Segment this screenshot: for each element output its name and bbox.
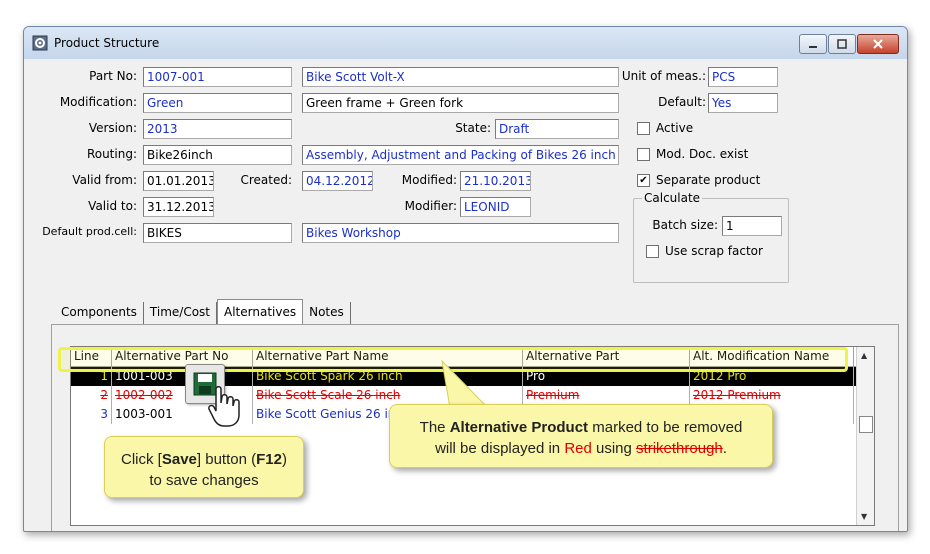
- prod-cell-desc-field[interactable]: Bikes Workshop: [302, 223, 619, 243]
- batch-size-field[interactable]: 1: [722, 216, 782, 236]
- state-label: State:: [455, 121, 491, 135]
- modification-desc-field[interactable]: Green frame + Green fork: [302, 93, 619, 113]
- cell-part-mod: Premium: [523, 386, 690, 405]
- tab-strip: Components Time/Cost Alternatives Notes: [55, 299, 351, 329]
- callout-text: using: [591, 440, 637, 457]
- minimize-button[interactable]: [799, 34, 827, 54]
- callout-pointer: [441, 360, 490, 409]
- mod-doc-label: Mod. Doc. exist: [656, 147, 749, 161]
- calculate-title: Calculate: [642, 191, 703, 205]
- scroll-down-icon[interactable]: ▼: [861, 512, 867, 521]
- calculate-group: Calculate Batch size: 1 Use scrap factor: [633, 191, 789, 283]
- modified-field[interactable]: 21.10.2013 1: [460, 171, 531, 191]
- checkmark-icon: ✔: [637, 173, 650, 187]
- modifier-field[interactable]: LEONID: [460, 197, 531, 217]
- scroll-up-icon[interactable]: ▲: [861, 351, 867, 360]
- strikethrough-keyword: strikethrough: [636, 440, 723, 457]
- callout-text: Click [: [121, 451, 162, 468]
- callout-text: ): [281, 451, 287, 468]
- callout-text: .: [722, 440, 727, 457]
- tab-components[interactable]: Components: [55, 302, 144, 324]
- maximize-button[interactable]: [828, 34, 856, 54]
- mod-doc-checkbox[interactable]: Mod. Doc. exist: [637, 147, 748, 161]
- alt-product-keyword: Alternative Product: [449, 419, 589, 436]
- separate-product-checkbox[interactable]: ✔ Separate product: [637, 173, 760, 187]
- close-icon: [873, 39, 883, 49]
- version-field[interactable]: 2013: [143, 119, 292, 139]
- routing-label: Routing:: [86, 147, 137, 161]
- app-icon: [32, 35, 48, 51]
- minimize-icon: [809, 46, 817, 48]
- modifier-label: Modifier:: [404, 199, 457, 213]
- unit-label: Unit of meas.:: [621, 69, 706, 83]
- part-no-label: Part No:: [89, 69, 137, 83]
- vertical-scrollbar[interactable]: ▲ ▼: [856, 347, 874, 525]
- prod-cell-label: Default prod.cell:: [42, 225, 137, 238]
- tab-time-cost[interactable]: Time/Cost: [144, 302, 218, 324]
- title-bar[interactable]: Product Structure: [24, 27, 907, 59]
- checkbox-box: [646, 244, 659, 258]
- default-field[interactable]: Yes: [708, 93, 778, 113]
- save-instruction-callout: Click [Save] button (F12) to save change…: [104, 436, 304, 498]
- active-label: Active: [656, 121, 694, 135]
- prod-cell-field[interactable]: BIKES: [143, 223, 292, 243]
- modification-label: Modification:: [59, 95, 137, 109]
- separate-product-label: Separate product: [656, 173, 761, 187]
- valid-to-label: Valid to:: [88, 199, 137, 213]
- tab-notes[interactable]: Notes: [303, 302, 351, 324]
- hand-cursor-icon: [208, 386, 240, 427]
- checkbox-box: [637, 147, 650, 161]
- removed-info-callout: The Alternative Product marked to be rem…: [389, 404, 773, 468]
- checkbox-box: [637, 121, 650, 135]
- callout-text: will be displayed in: [435, 440, 565, 457]
- routing-desc-field[interactable]: Assembly, Adjustment and Packing of Bike…: [302, 145, 619, 165]
- maximize-icon: [837, 39, 847, 49]
- default-label: Default:: [658, 95, 706, 109]
- callout-text: The: [419, 419, 450, 436]
- cell-line: 3: [71, 405, 112, 424]
- window-title: Product Structure: [54, 36, 160, 50]
- scroll-thumb[interactable]: [859, 416, 873, 433]
- part-name-field[interactable]: Bike Scott Volt-X: [302, 67, 619, 87]
- active-checkbox[interactable]: Active: [637, 121, 693, 135]
- scrap-factor-checkbox[interactable]: Use scrap factor: [646, 244, 763, 258]
- routing-field[interactable]: Bike26inch: [143, 145, 292, 165]
- modification-field[interactable]: Green: [143, 93, 292, 113]
- cell-mod-name: 2012 Premium: [690, 386, 854, 405]
- unit-field[interactable]: PCS: [708, 67, 778, 87]
- modified-label: Modified:: [401, 173, 457, 187]
- part-no-field[interactable]: 1007-001: [143, 67, 292, 87]
- callout-text: marked to be removed: [588, 419, 743, 436]
- valid-from-label: Valid from:: [72, 173, 137, 187]
- cell-line: 2: [71, 386, 112, 405]
- callout-text: to save changes: [149, 472, 259, 489]
- batch-size-label: Batch size:: [652, 218, 718, 232]
- scrap-factor-label: Use scrap factor: [665, 244, 763, 258]
- version-label: Version:: [88, 121, 137, 135]
- state-field[interactable]: Draft: [495, 119, 619, 139]
- shortcut-key: F12: [256, 451, 282, 468]
- created-field[interactable]: 04.12.2012: [302, 171, 373, 191]
- save-keyword: Save: [161, 451, 197, 468]
- valid-to-field[interactable]: 31.12.2013: [143, 197, 214, 217]
- callout-text: ] button (: [196, 451, 257, 468]
- created-label: Created:: [240, 173, 292, 187]
- valid-from-field[interactable]: 01.01.2013: [143, 171, 214, 191]
- red-keyword: Red: [564, 440, 592, 457]
- close-button[interactable]: [857, 34, 899, 54]
